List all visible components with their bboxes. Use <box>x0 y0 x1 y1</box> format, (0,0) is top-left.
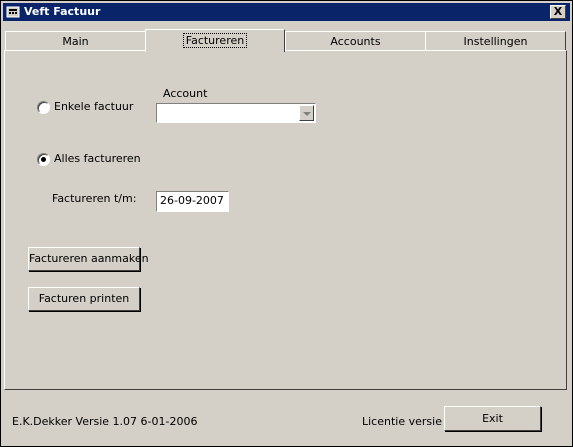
single-invoice-radio[interactable] <box>37 101 50 114</box>
window-title: Veft Factuur <box>24 5 101 18</box>
app-window: Veft Factuur X Main Factureren Accounts … <box>0 0 573 447</box>
close-button[interactable]: X <box>550 5 566 19</box>
close-icon: X <box>553 5 563 18</box>
license-text: Licentie versie <box>362 415 442 428</box>
tab-main[interactable]: Main <box>5 31 146 50</box>
print-invoices-button[interactable]: Facturen printen <box>28 287 140 311</box>
account-select[interactable] <box>156 103 316 123</box>
create-invoices-button[interactable]: Factureren aanmaken <box>28 247 149 271</box>
title-bar[interactable]: Veft Factuur X <box>3 3 570 21</box>
tab-instellingen-label: Instellingen <box>463 35 528 48</box>
single-invoice-label: Enkele factuur <box>54 100 134 113</box>
account-dropdown-button[interactable] <box>299 105 314 121</box>
dropdown-arrow-icon <box>303 112 311 116</box>
radio-selected-dot <box>41 157 46 162</box>
invoice-until-label: Factureren t/m: <box>52 192 137 205</box>
app-window-icon <box>6 6 20 18</box>
exit-button[interactable]: Exit <box>444 406 541 431</box>
tab-accounts-label: Accounts <box>330 35 381 48</box>
tab-factureren-label: Factureren <box>182 33 248 48</box>
account-label: Account <box>163 87 208 100</box>
tab-instellingen[interactable]: Instellingen <box>425 31 566 50</box>
invoice-until-input[interactable]: 26-09-2007 <box>156 191 229 212</box>
all-invoice-radio[interactable] <box>37 153 50 166</box>
all-invoice-label: Alles factureren <box>54 152 141 165</box>
tab-main-label: Main <box>62 35 89 48</box>
tab-factureren[interactable]: Factureren <box>145 29 285 52</box>
version-text: E.K.Dekker Versie 1.07 6-01-2006 <box>12 415 198 428</box>
tab-accounts[interactable]: Accounts <box>285 31 426 50</box>
